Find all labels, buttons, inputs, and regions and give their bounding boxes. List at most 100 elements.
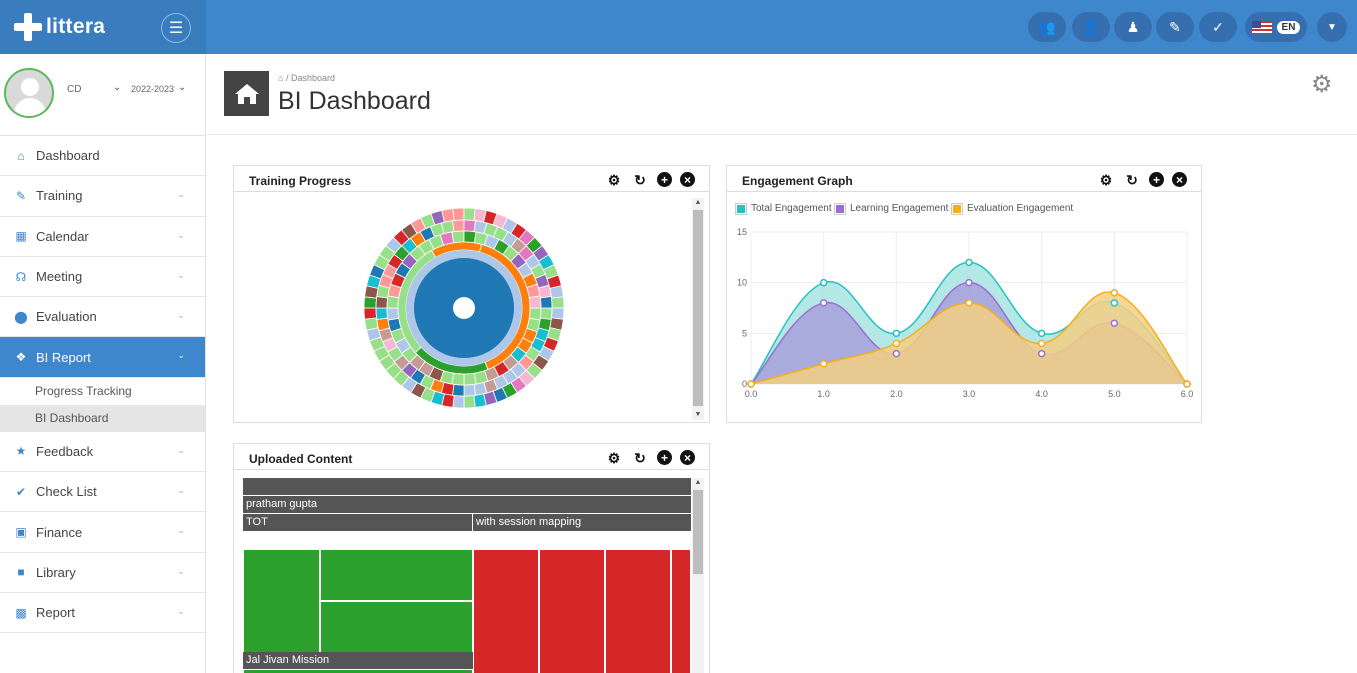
data-point[interactable] — [819, 299, 828, 307]
sidebar-item-report[interactable]: ▩ Report ⌄ — [0, 593, 205, 634]
treemap-cell[interactable] — [320, 549, 473, 601]
sidebar-item-feedback[interactable]: ★ Feedback ⌄ — [0, 432, 205, 473]
treemap-mission-header[interactable]: Jal Jivan Mission — [243, 652, 473, 669]
treemap-cell[interactable] — [473, 549, 539, 673]
data-point[interactable] — [819, 359, 828, 368]
year-selector[interactable]: 2022-2023 — [131, 84, 174, 94]
sunburst-segment[interactable] — [363, 307, 377, 320]
treemap-tot-header[interactable]: TOT — [243, 514, 472, 531]
user-icon[interactable]: 👤 — [1072, 12, 1110, 42]
sidebar-item-bi-report[interactable]: ❖ BI Report ⌄ — [0, 337, 205, 378]
data-point[interactable] — [747, 380, 755, 388]
hamburger-icon[interactable]: ☰ — [161, 13, 191, 43]
sidebar-item-finance[interactable]: ▣ Finance ⌄ — [0, 512, 205, 553]
scrollbar-thumb[interactable] — [693, 210, 703, 406]
sunburst-segment[interactable] — [463, 383, 476, 397]
sunburst-segment[interactable] — [363, 296, 377, 309]
legend-total[interactable]: Total Engagement — [735, 202, 832, 215]
gear-icon[interactable]: ⚙ — [605, 171, 623, 189]
data-point[interactable] — [965, 258, 973, 267]
sunburst-segment[interactable] — [364, 317, 379, 331]
data-point[interactable] — [819, 278, 828, 287]
gear-icon[interactable]: ⚙ — [1311, 70, 1333, 99]
refresh-icon[interactable]: ↻ — [631, 171, 649, 189]
users-icon[interactable]: 👥 — [1028, 12, 1066, 42]
legend-learning[interactable]: Learning Engagement — [834, 202, 948, 215]
data-point[interactable] — [1110, 319, 1119, 327]
plus-icon[interactable]: + — [657, 450, 672, 465]
breadcrumb-dashboard[interactable]: Dashboard — [291, 73, 335, 83]
sunburst-segment[interactable] — [528, 295, 542, 309]
sunburst-segment[interactable] — [452, 395, 465, 409]
chevron-down-icon[interactable]: ▼ — [1317, 12, 1347, 42]
language-selector[interactable]: EN — [1245, 12, 1307, 42]
gear-icon[interactable]: ⚙ — [1097, 171, 1115, 189]
refresh-icon[interactable]: ↻ — [631, 449, 649, 467]
sidebar-item-evaluation[interactable]: ⬤ Evaluation ⌄ — [0, 297, 205, 338]
gear-icon[interactable]: ⚙ — [605, 449, 623, 467]
treemap-cell[interactable] — [671, 549, 691, 673]
legend-evaluation[interactable]: Evaluation Engagement — [951, 202, 1073, 215]
sidebar-item-check-list[interactable]: ✔ Check List ⌄ — [0, 472, 205, 513]
sunburst-segment[interactable] — [375, 296, 389, 309]
sidebar-item-meeting[interactable]: ☊ Meeting ⌄ — [0, 257, 205, 298]
treemap-cell[interactable] — [539, 549, 605, 673]
scrollbar[interactable]: ▲ ▼ — [692, 198, 704, 420]
treemap-owner-header[interactable]: pratham gupta — [243, 496, 691, 513]
sunburst-segment[interactable] — [549, 285, 564, 299]
app-logo[interactable]: littera — [14, 13, 105, 41]
scrollbar-thumb[interactable] — [693, 490, 703, 574]
sidebar-item-library[interactable]: ■ Library ⌄ — [0, 553, 205, 593]
scroll-down-icon[interactable]: ▼ — [692, 410, 704, 420]
sidebar-item-calendar[interactable]: ▦ Calendar ⌄ — [0, 217, 205, 257]
treemap-cell[interactable] — [243, 669, 473, 673]
treemap-cell[interactable] — [605, 549, 671, 673]
sidebar-item-dashboard[interactable]: ⌂ Dashboard — [0, 136, 205, 177]
chevron-down-icon[interactable]: ⌄ — [113, 82, 121, 93]
treemap-root-header[interactable] — [243, 478, 691, 495]
sunburst-segment[interactable] — [452, 383, 465, 397]
engagement-chart[interactable]: 0 5 10 15 0.0 1.0 2.0 3.0 4.0 5.0 6.0 — [727, 214, 1201, 423]
sunburst-segment[interactable] — [452, 207, 465, 221]
data-point[interactable] — [965, 278, 973, 287]
sunburst-segment[interactable] — [463, 219, 476, 233]
data-point[interactable] — [892, 339, 901, 348]
data-point[interactable] — [1110, 299, 1119, 307]
treemap-cell[interactable] — [243, 549, 320, 653]
close-icon[interactable]: × — [680, 172, 695, 187]
sunburst-segment[interactable] — [451, 230, 465, 244]
sunburst-segment[interactable] — [386, 307, 400, 321]
sunburst-segment[interactable] — [463, 372, 477, 386]
sunburst-segment[interactable] — [473, 393, 487, 408]
treemap-mapping-header[interactable]: with session mapping — [473, 514, 691, 531]
scroll-up-icon[interactable]: ▲ — [692, 478, 704, 488]
sunburst-segment[interactable] — [375, 307, 389, 320]
breadcrumb-home-icon[interactable]: ⌂ — [278, 73, 283, 83]
sunburst-segment[interactable] — [463, 395, 476, 409]
sidebar-item-training[interactable]: ✎ Training ⌄ — [0, 176, 205, 217]
avatar[interactable] — [4, 68, 54, 118]
edit-icon[interactable]: ✎ — [1156, 12, 1194, 42]
chevron-down-icon[interactable]: ⌄ — [178, 82, 186, 93]
sunburst-segment[interactable] — [539, 296, 553, 309]
sunburst-segment[interactable] — [551, 307, 565, 320]
data-point[interactable] — [965, 299, 973, 307]
data-point[interactable] — [892, 349, 901, 358]
scrollbar[interactable]: ▲ — [692, 478, 704, 673]
data-point[interactable] — [1037, 349, 1046, 358]
plus-icon[interactable]: + — [1149, 172, 1164, 187]
sidebar-subitem-bi-dashboard[interactable]: BI Dashboard — [0, 404, 205, 432]
sunburst-segment[interactable] — [463, 207, 476, 221]
refresh-icon[interactable]: ↻ — [1123, 171, 1141, 189]
close-icon[interactable]: × — [1172, 172, 1187, 187]
sunburst-segment[interactable] — [539, 307, 553, 320]
sunburst-segment[interactable] — [452, 219, 465, 233]
treemap-chart[interactable]: pratham gupta TOT with session mapping J… — [243, 478, 691, 673]
scroll-up-icon[interactable]: ▲ — [692, 198, 704, 208]
close-icon[interactable]: × — [680, 450, 695, 465]
data-point[interactable] — [1183, 380, 1191, 388]
data-point[interactable] — [892, 329, 901, 338]
sunburst-segment[interactable] — [551, 296, 565, 309]
sunburst-segment[interactable] — [441, 208, 455, 223]
check-icon[interactable]: ✓ — [1199, 12, 1237, 42]
